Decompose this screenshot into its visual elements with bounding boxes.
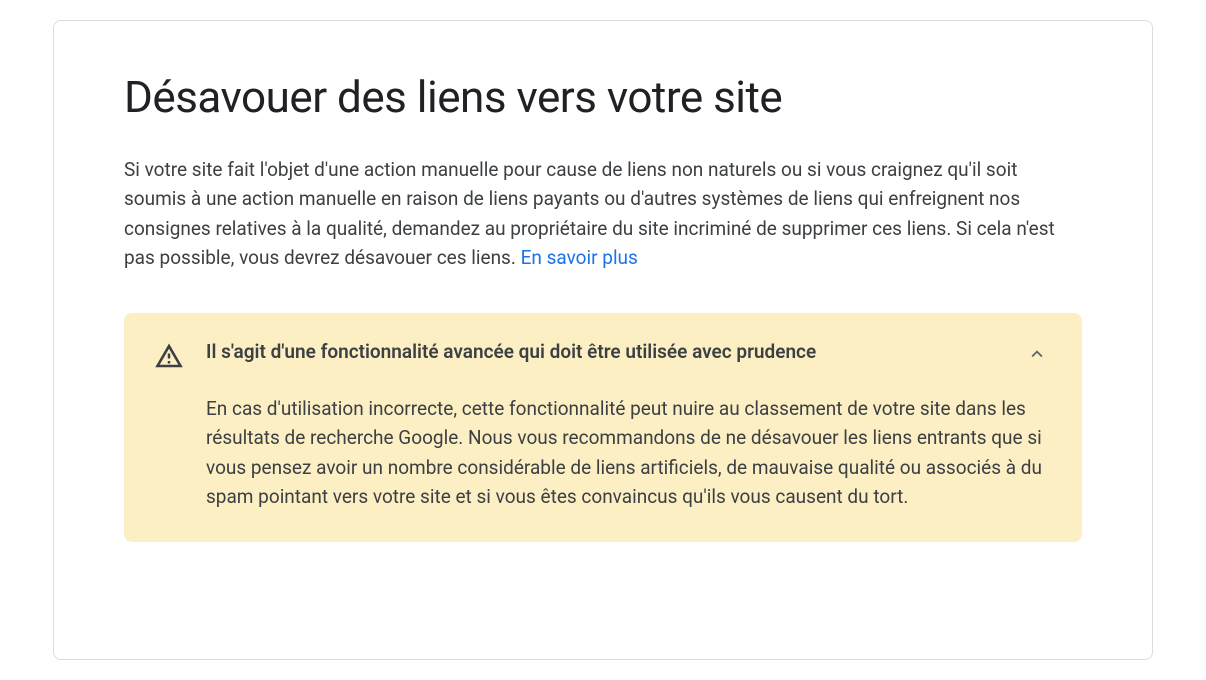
learn-more-link[interactable]: En savoir plus [521,246,638,269]
warning-panel: Il s'agit d'une fonctionnalité avancée q… [124,313,1082,542]
warning-content: Il s'agit d'une fonctionnalité avancée q… [206,339,1052,512]
warning-title: Il s'agit d'une fonctionnalité avancée q… [206,339,816,366]
chevron-up-icon [1026,343,1048,368]
intro-paragraph: Si votre site fait l'objet d'une action … [124,155,1082,273]
collapse-toggle-button[interactable] [1022,339,1052,372]
warning-icon [154,339,184,375]
warning-header[interactable]: Il s'agit d'une fonctionnalité avancée q… [206,339,1052,372]
page-title: Désavouer des liens vers votre site [124,71,1082,123]
warning-body: En cas d'utilisation incorrecte, cette f… [206,394,1052,512]
main-card: Désavouer des liens vers votre site Si v… [53,20,1153,660]
